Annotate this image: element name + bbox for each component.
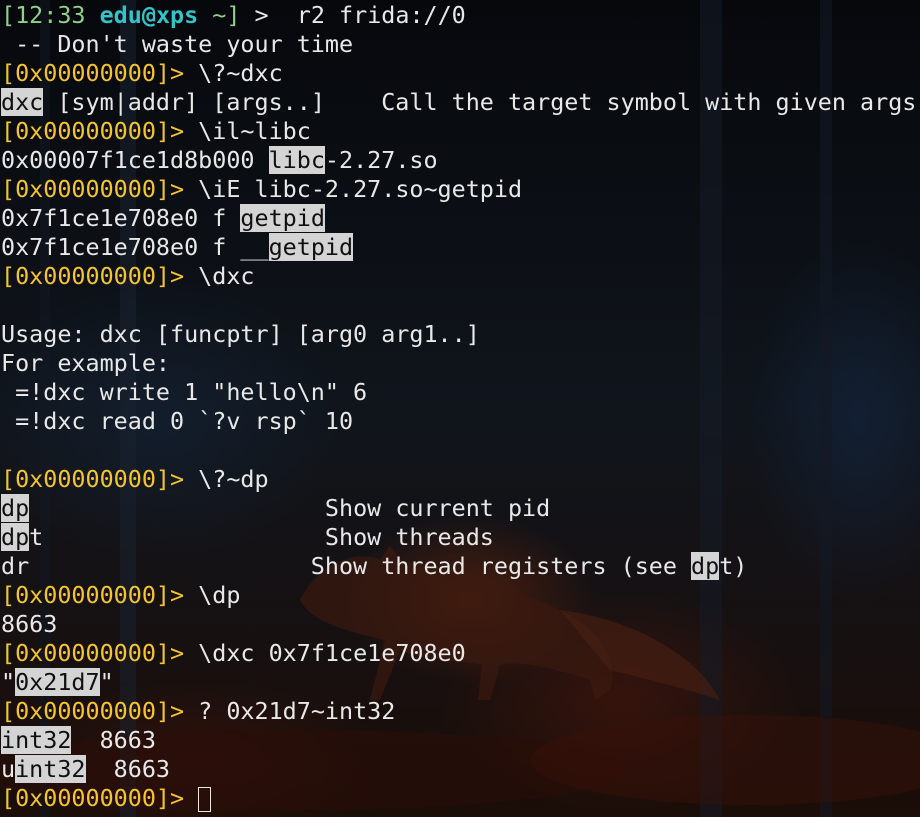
r2-prompt: [0x00000000]>: [1, 581, 185, 609]
output-text: -2.27.so: [324, 146, 438, 174]
shell-command: r2 frida://0: [296, 1, 466, 29]
r2-prompt: [0x00000000]>: [1, 639, 185, 667]
output-text: t Show threads: [29, 523, 494, 551]
terminal-window[interactable]: { "header": { "time": "[12:33", "user": …: [0, 0, 920, 817]
output-line: uint32 8663: [1, 755, 920, 784]
output-line: =!dxc write 1 "hello\n" 6: [1, 378, 368, 406]
r2-command-line: [0x00000000]> \?~dxc: [1, 59, 920, 88]
output-text: u: [1, 755, 16, 783]
block-cursor-icon: [198, 787, 212, 812]
prompt-time: [12:33: [1, 1, 86, 29]
r2-prompt: [0x00000000]>: [1, 262, 185, 290]
match-highlight: int32: [15, 755, 86, 783]
output-line: 0x7f1ce1e708e0 f __getpid: [1, 233, 920, 262]
match-highlight: 0x21d7: [15, 668, 100, 696]
match-highlight: dp: [1, 523, 30, 551]
r2-command: \?~dxc: [184, 59, 283, 87]
r2-prompt: [0x00000000]>: [1, 175, 185, 203]
match-highlight: dp: [691, 552, 720, 580]
output-text: 0x7f1ce1e708e0 f __: [1, 233, 269, 261]
output-line: 0x7f1ce1e708e0 f getpid: [1, 204, 920, 233]
match-highlight: int32: [1, 726, 72, 754]
output-text: dr Show thread registers (see: [1, 552, 692, 580]
r2-command-line: [0x00000000]> \dxc 0x7f1ce1e708e0: [1, 639, 920, 668]
output-line: dxc [sym|addr] [args..] Call the target …: [1, 88, 920, 117]
r2-command: \dxc 0x7f1ce1e708e0: [184, 639, 466, 667]
output-line: Usage: dxc [funcptr] [arg0 arg1..]: [1, 320, 480, 348]
output-line: dr Show thread registers (see dpt): [1, 552, 920, 581]
r2-input-line[interactable]: [0x00000000]>: [1, 784, 920, 813]
output-text: 8663: [71, 726, 156, 754]
r2-command: ? 0x21d7~int32: [184, 697, 396, 725]
output-text: 8663: [85, 755, 171, 783]
output-line: 0x00007f1ce1d8b000 libc-2.27.so: [1, 146, 920, 175]
match-highlight: getpid: [268, 233, 354, 261]
prompt-host: xps: [155, 1, 199, 29]
r2-prompt: [0x00000000]>: [1, 784, 185, 812]
r2-prompt: [0x00000000]>: [1, 465, 185, 493]
output-text: ": [99, 668, 114, 696]
r2-command-line: [0x00000000]> \iE libc-2.27.so~getpid: [1, 175, 920, 204]
output-line: For example:: [1, 349, 170, 377]
output-text: ": [1, 668, 16, 696]
shell-prompt-line: [12:33 edu@xps ~] > r2 frida://0: [1, 1, 920, 30]
output-line: dpt Show threads: [1, 523, 920, 552]
r2-prompt: [0x00000000]>: [1, 117, 185, 145]
prompt-user: edu: [99, 1, 142, 29]
output-text: 0x7f1ce1e708e0 f: [1, 204, 241, 232]
r2-command-line: [0x00000000]> \il~libc: [1, 117, 920, 146]
output-line: =!dxc read 0 `?v rsp` 10: [1, 407, 354, 435]
match-highlight: dxc: [1, 88, 44, 116]
output-text: Show current pid: [29, 494, 551, 522]
r2-command: \iE libc-2.27.so~getpid: [184, 175, 523, 203]
prompt-path: ~]: [198, 1, 241, 29]
output-text: [sym|addr] [args..] Call the target symb…: [43, 88, 917, 116]
prompt-symbol: >: [240, 1, 297, 29]
r2-command-line: [0x00000000]> \dp: [1, 581, 920, 610]
r2-prompt: [0x00000000]>: [1, 59, 185, 87]
r2-prompt: [0x00000000]>: [1, 697, 185, 725]
terminal-output: [12:33 edu@xps ~] > r2 frida://0 -- Don'…: [1, 1, 920, 813]
r2-command: \il~libc: [184, 117, 311, 145]
prompt-at: @: [141, 1, 156, 29]
motd-line: -- Don't waste your time: [1, 30, 354, 58]
output-line: 8663: [1, 610, 58, 638]
output-text: t): [719, 552, 748, 580]
output-line: "0x21d7": [1, 668, 920, 697]
r2-command-line: [0x00000000]> \dxc: [1, 262, 920, 291]
output-text: 0x00007f1ce1d8b000: [1, 146, 269, 174]
match-highlight: libc: [268, 146, 325, 174]
match-highlight: dp: [1, 494, 30, 522]
r2-command: \?~dp: [184, 465, 269, 493]
r2-command-line: [0x00000000]> \?~dp: [1, 465, 920, 494]
r2-command-input[interactable]: [184, 784, 198, 812]
r2-command: \dp: [184, 581, 241, 609]
r2-command-line: [0x00000000]> ? 0x21d7~int32: [1, 697, 920, 726]
r2-command: \dxc: [184, 262, 255, 290]
match-highlight: getpid: [240, 204, 325, 232]
output-line: int32 8663: [1, 726, 920, 755]
output-line: dp Show current pid: [1, 494, 920, 523]
